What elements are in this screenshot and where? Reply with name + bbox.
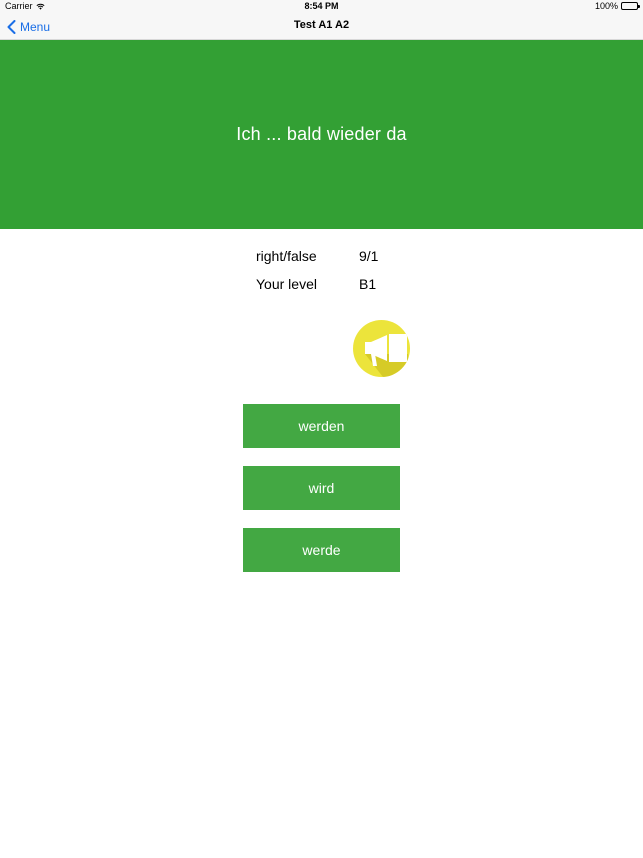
battery-icon — [621, 2, 640, 10]
stats-row-right-false: right/false 9/1 — [256, 248, 378, 276]
stats-row-level: Your level B1 — [256, 276, 378, 304]
battery-percent: 100% — [594, 1, 618, 11]
navigation-bar: Menu Test A1 A2 — [0, 13, 643, 40]
right-false-label: right/false — [256, 248, 317, 264]
answer-button-wird[interactable]: wird — [243, 466, 400, 510]
status-bar: Carrier 8:54 PM 100% — [0, 0, 643, 13]
level-label: Your level — [256, 276, 317, 292]
score-stats: right/false 9/1 Your level B1 — [256, 248, 378, 304]
speaker-button[interactable] — [353, 320, 410, 377]
question-panel: Ich ... bald wieder da — [0, 40, 643, 229]
answer-button-werde[interactable]: werde — [243, 528, 400, 572]
page-title: Test A1 A2 — [293, 19, 350, 31]
megaphone-icon — [365, 334, 410, 377]
level-value: B1 — [359, 276, 377, 292]
battery-indicator: 100% — [594, 1, 640, 11]
clock: 8:54 PM — [304, 1, 339, 11]
question-text: Ich ... bald wieder da — [236, 124, 407, 144]
right-false-value: 9/1 — [359, 248, 379, 264]
answer-button-werden[interactable]: werden — [243, 404, 400, 448]
